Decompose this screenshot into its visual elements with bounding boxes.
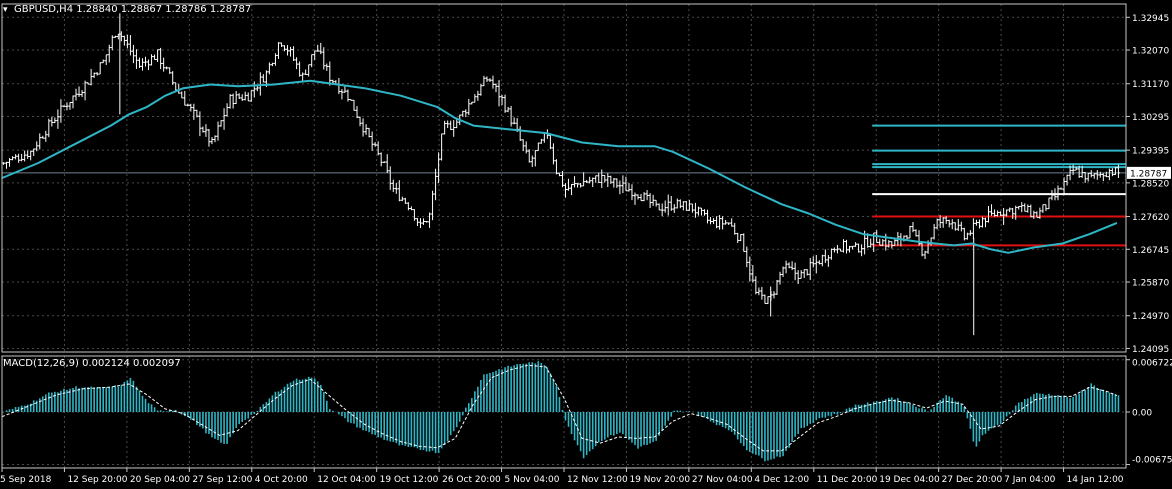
price-axis-label: 1.24970 [1132, 312, 1169, 322]
time-axis-label: 4 Oct 20:00 [255, 475, 308, 485]
time-axis-label: 12 Nov 12:00 [567, 475, 628, 485]
price-axis-label: 1.28520 [1132, 179, 1169, 189]
time-axis-label: 27 Nov 04:00 [692, 475, 753, 485]
macd-axis-label: 0.006722 [1132, 359, 1172, 369]
time-axis-label: 5 Sep 2018 [0, 475, 52, 485]
macd-title: MACD(12,26,9) 0.002124 0.002097 [3, 358, 181, 369]
price-axis-label: 1.30295 [1132, 113, 1169, 123]
last-price-label: 1.28787 [1130, 169, 1167, 179]
price-axis-label: 1.29395 [1132, 147, 1169, 157]
macd-axis-label: 0.00 [1132, 409, 1152, 419]
time-axis-label: 27 Dec 20:00 [942, 475, 1003, 485]
price-axis-label: 1.26745 [1132, 246, 1169, 256]
price-axis-label: 1.32945 [1132, 14, 1169, 24]
time-axis-label: 19 Oct 12:00 [380, 475, 439, 485]
price-axis-label: 1.32070 [1132, 47, 1169, 57]
price-axis-label: 1.24095 [1132, 345, 1169, 355]
price-axis-label: 1.25870 [1132, 279, 1169, 289]
time-axis-label: 19 Nov 20:00 [629, 475, 690, 485]
gbpusd-h4-chart: 1.32945 1.32070 1.31170 1.30295 1.29395 1.285… [0, 0, 1172, 489]
chart-title: GBPUSD,H4 1.28840 1.28867 1.28786 1.2878… [14, 4, 251, 15]
macd-axis-label: -0.006756 [1132, 456, 1172, 466]
time-axis-label: 26 Oct 20:00 [442, 475, 501, 485]
time-axis-label: 4 Dec 12:00 [754, 475, 809, 485]
price-axis-label: 1.31170 [1132, 80, 1169, 90]
time-axis-label: 12 Oct 04:00 [317, 475, 376, 485]
time-axis-label: 11 Dec 20:00 [817, 475, 878, 485]
price-axis-label: 1.27620 [1132, 213, 1169, 223]
time-axis-label: 12 Sep 20:00 [67, 475, 127, 485]
time-axis-label: 7 Jan 04:00 [1004, 475, 1056, 485]
time-axis-label: 5 Nov 04:00 [505, 475, 560, 485]
time-axis-label: 19 Dec 04:00 [879, 475, 940, 485]
time-axis-label: 27 Sep 12:00 [192, 475, 252, 485]
time-axis-label: 14 Jan 12:00 [1067, 475, 1124, 485]
menu-arrow-icon[interactable]: ▾ [3, 5, 8, 15]
time-axis-label: 20 Sep 04:00 [130, 475, 190, 485]
